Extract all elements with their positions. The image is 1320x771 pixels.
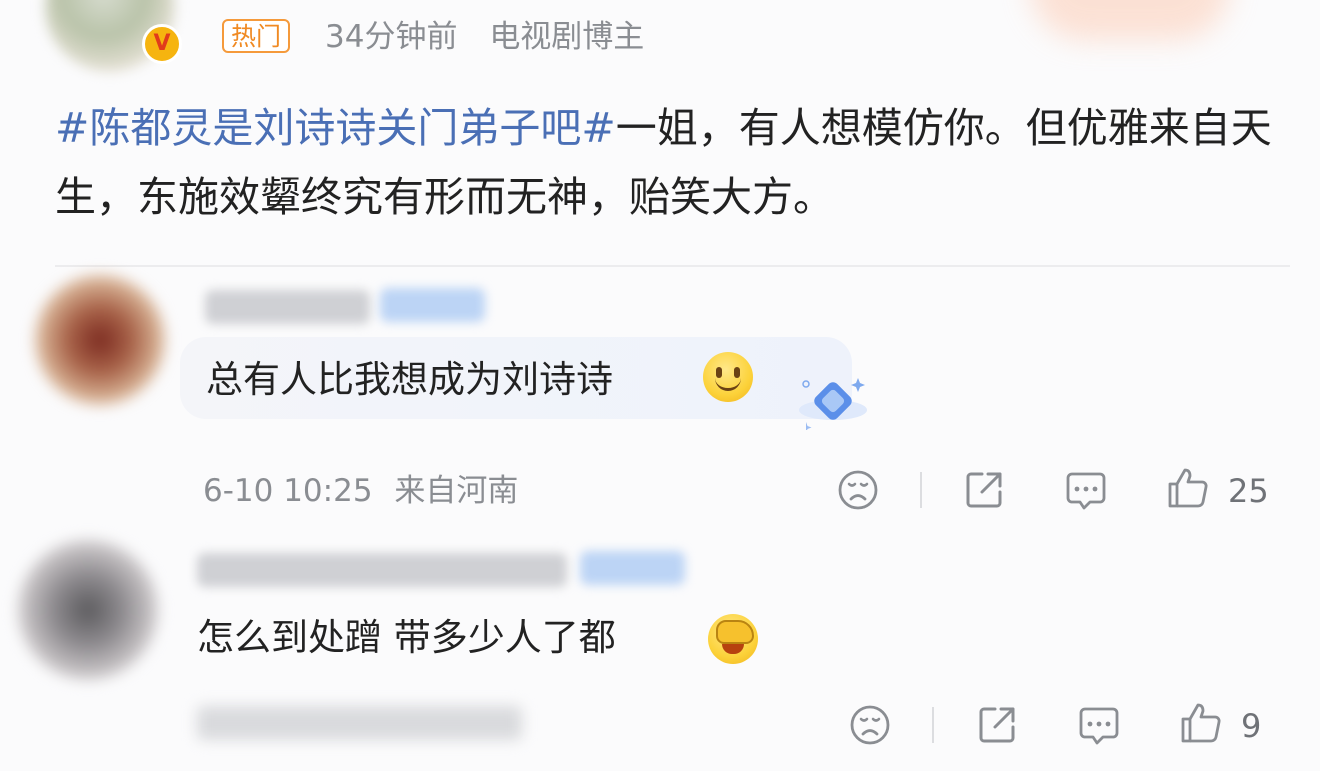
reply-icon[interactable] bbox=[1064, 468, 1108, 512]
reply-icon[interactable] bbox=[1077, 703, 1121, 747]
decorative-blob bbox=[1030, 0, 1230, 40]
commenter-avatar[interactable] bbox=[35, 275, 165, 405]
post-time: 34分钟前 bbox=[325, 19, 458, 55]
comment-date: 6-10 10:25 bbox=[203, 473, 373, 509]
diamond-sparkle-icon bbox=[796, 372, 870, 433]
commenter-badge-blurred bbox=[380, 288, 485, 322]
like-count: 25 bbox=[1228, 472, 1269, 510]
comment-location: 来自河南 bbox=[394, 473, 519, 509]
smile-emoji bbox=[703, 352, 753, 402]
share-icon[interactable] bbox=[975, 703, 1019, 747]
dislike-icon[interactable] bbox=[848, 703, 892, 747]
dislike-icon[interactable] bbox=[836, 468, 880, 512]
facepalm-emoji bbox=[708, 614, 758, 664]
verified-badge-icon bbox=[142, 24, 182, 64]
like-icon[interactable] bbox=[1179, 701, 1223, 745]
commenter-name-blurred[interactable] bbox=[205, 290, 370, 324]
like-icon[interactable] bbox=[1166, 466, 1210, 510]
comment-meta-blurred bbox=[197, 706, 522, 740]
divider bbox=[55, 265, 1290, 267]
commenter-name-blurred[interactable] bbox=[197, 553, 567, 587]
post-source: 电视剧博主 bbox=[489, 19, 645, 55]
action-separator bbox=[932, 707, 934, 743]
hashtag-link[interactable]: #陈都灵是刘诗诗关门弟子吧# bbox=[55, 104, 616, 152]
comment-meta: 6-10 10:25 来自河南 bbox=[203, 471, 530, 511]
post-text: #陈都灵是刘诗诗关门弟子吧#一姐，有人想模仿你。但优雅来自天生，东施效颦终究有形… bbox=[55, 94, 1285, 232]
share-icon[interactable] bbox=[962, 468, 1006, 512]
comment-text: 怎么到处蹭 带多少人了都 bbox=[197, 616, 616, 659]
hot-tag: 热门 bbox=[222, 19, 291, 53]
comment-text: 总有人比我想成为刘诗诗 bbox=[206, 358, 613, 401]
commenter-badge-blurred bbox=[580, 551, 685, 585]
post-meta: 34分钟前 电视剧博主 bbox=[325, 17, 666, 57]
commenter-avatar[interactable] bbox=[18, 540, 158, 680]
action-separator bbox=[920, 472, 922, 508]
like-count: 9 bbox=[1241, 707, 1262, 745]
